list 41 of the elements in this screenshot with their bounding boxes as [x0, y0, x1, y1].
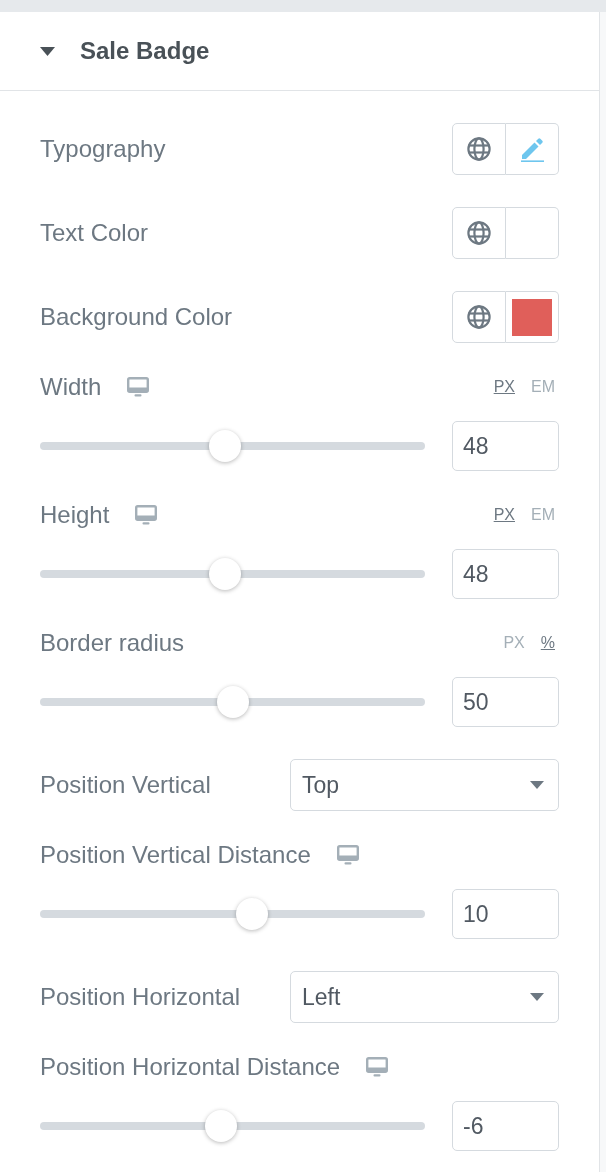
number-input[interactable]: 50 — [452, 677, 559, 727]
unit-option[interactable]: PX — [493, 378, 515, 396]
field-label: Position Vertical — [40, 771, 211, 799]
monitor-icon[interactable] — [366, 1057, 389, 1077]
global-button[interactable] — [452, 123, 506, 175]
field-label: Background Color — [40, 303, 233, 331]
global-button[interactable] — [452, 207, 506, 259]
field-label: Height — [40, 501, 110, 529]
slider-thumb[interactable] — [208, 430, 241, 462]
unit-option[interactable]: % — [540, 634, 555, 652]
number-input[interactable]: 48 — [452, 421, 559, 471]
globe-icon — [467, 305, 491, 329]
caret-icon — [530, 781, 544, 789]
field-label: Text Color — [40, 219, 149, 247]
number-input[interactable]: 48 — [452, 549, 559, 599]
globe-icon — [467, 137, 491, 161]
monitor-icon[interactable] — [127, 377, 150, 397]
global-button[interactable] — [452, 291, 506, 343]
edit-button[interactable] — [506, 123, 559, 175]
slider-thumb[interactable] — [235, 898, 268, 930]
number-input[interactable]: -6 — [452, 1101, 559, 1151]
slider-thumb[interactable] — [208, 558, 241, 590]
slider-thumb[interactable] — [216, 686, 249, 718]
monitor-icon[interactable] — [336, 845, 359, 865]
field-label: Width — [40, 373, 102, 401]
select-field[interactable]: Left — [290, 971, 559, 1023]
caret-icon — [530, 993, 544, 1001]
field-label: Position Horizontal — [40, 983, 241, 1011]
field-label: Typography — [40, 135, 166, 163]
pencil-icon — [520, 136, 544, 162]
unit-option[interactable]: PX — [493, 506, 515, 524]
color-picker-button[interactable] — [506, 291, 559, 343]
field-label: Border radius — [40, 629, 185, 657]
number-input[interactable]: 10 — [452, 889, 559, 939]
field-label: Position Horizontal Distance — [40, 1053, 341, 1081]
globe-icon — [467, 221, 491, 245]
field-label: Position Vertical Distance — [40, 841, 311, 869]
select-field[interactable]: Top — [290, 759, 559, 811]
color-picker-button[interactable] — [506, 207, 559, 259]
slider-thumb[interactable] — [204, 1110, 237, 1142]
monitor-icon[interactable] — [135, 505, 158, 525]
